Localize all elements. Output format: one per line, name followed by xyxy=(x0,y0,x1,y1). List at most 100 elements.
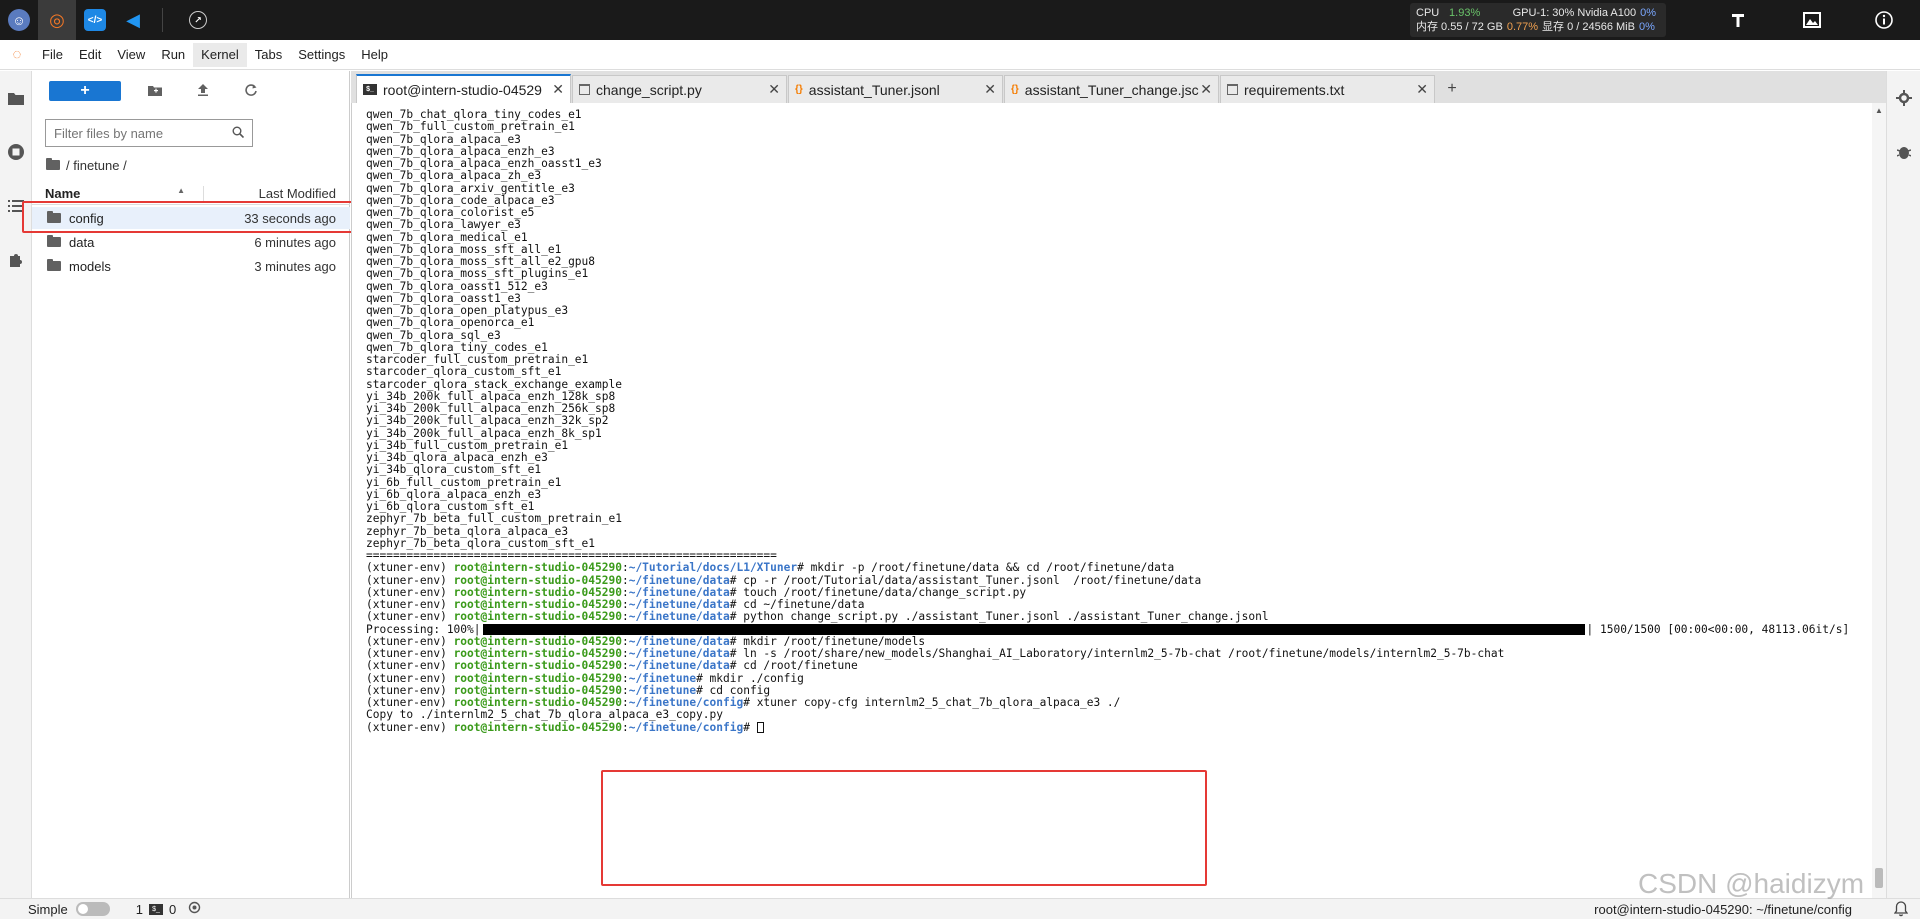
info-icon[interactable] xyxy=(1864,0,1904,40)
prompt-host: root@intern-studio-045290 xyxy=(453,671,622,685)
column-name[interactable]: Name ▲ xyxy=(32,186,204,201)
property-inspector-icon[interactable] xyxy=(1887,71,1920,125)
terminal-output: qwen_7b_chat_qlora_tiny_codes_e1 qwen_7b_… xyxy=(366,108,1866,734)
breadcrumb: / finetune / xyxy=(46,155,349,175)
terminal-icon: $_ xyxy=(363,84,377,95)
tab-label: assistant_Tuner.jsonl xyxy=(808,81,940,98)
debugger-icon[interactable] xyxy=(1887,125,1920,179)
terminal-line: qwen_7b_qlora_alpaca_enzh_oasst1_e3 xyxy=(366,157,1866,170)
prompt-sep: : xyxy=(621,659,629,673)
breadcrumb-path[interactable]: / finetune / xyxy=(66,158,127,173)
tab-assistant-tuner[interactable]: {} assistant_Tuner.jsonl ✕ xyxy=(788,75,1003,103)
menu-tabs[interactable]: Tabs xyxy=(247,43,290,67)
prompt-env: (xtuner-env) xyxy=(366,610,454,624)
add-tab-icon[interactable]: + xyxy=(1440,77,1464,101)
tab-bar: $_ root@intern-studio-04529 ✕ change_scr… xyxy=(351,71,1886,103)
close-icon[interactable]: ✕ xyxy=(552,81,564,98)
running-kernels-icon[interactable] xyxy=(0,125,32,179)
json-icon: {} xyxy=(1011,84,1019,95)
kernel-count[interactable]: 1 xyxy=(136,902,143,917)
scrollbar-thumb[interactable] xyxy=(1875,868,1883,888)
refresh-icon[interactable] xyxy=(227,83,275,99)
mascot-icon: ☺ xyxy=(8,9,30,31)
file-modified: 3 minutes ago xyxy=(254,258,336,274)
terminal-icon: $_ xyxy=(148,903,163,915)
menu-kernel[interactable]: Kernel xyxy=(193,42,247,67)
terminal-line: qwen_7b_qlora_medical_e1 xyxy=(366,230,1866,244)
app-mascot-button[interactable]: ☺ xyxy=(0,0,38,40)
file-icon xyxy=(1227,84,1238,95)
config-name: qwen_7b_qlora_arxiv_gentitle_e3 xyxy=(366,181,575,195)
prompt-command: # python change_script.py ./assistant_Tu… xyxy=(729,610,1269,624)
terminal-line: qwen_7b_qlora_alpaca_zh_e3 xyxy=(366,169,1866,182)
tab-change-script[interactable]: change_script.py ✕ xyxy=(572,75,787,103)
config-name: qwen_7b_qlora_medical_e1 xyxy=(366,230,528,244)
terminal-line: zephyr_7b_beta_full_custom_pretrain_e1 xyxy=(366,512,1866,525)
app-jupyter-button[interactable]: ◎ xyxy=(38,0,76,40)
tab-requirements[interactable]: requirements.txt ✕ xyxy=(1220,75,1435,103)
file-row-models[interactable]: models 3 minutes ago xyxy=(32,255,350,277)
new-launcher-button[interactable]: + xyxy=(49,81,121,101)
file-filter-input[interactable] xyxy=(54,125,232,141)
menu-file[interactable]: File xyxy=(34,43,71,67)
close-icon[interactable]: ✕ xyxy=(768,81,780,98)
config-name: qwen_7b_qlora_sql_e3 xyxy=(366,328,501,342)
mem-label: 内存 0.55 / 72 GB xyxy=(1416,21,1503,33)
terminal-line: starcoder_full_custom_pretrain_e1 xyxy=(366,353,1866,366)
terminal-line: qwen_7b_qlora_oasst1_512_e3 xyxy=(366,280,1866,293)
menu-run[interactable]: Run xyxy=(153,43,193,67)
mem-value: 0.77% xyxy=(1506,21,1539,33)
terminal-line: qwen_7b_qlora_moss_sft_plugins_e1 xyxy=(366,267,1866,281)
folder-icon[interactable] xyxy=(0,71,32,125)
simple-mode-toggle[interactable] xyxy=(75,902,110,916)
file-browser-toolbar: + xyxy=(32,71,349,111)
menu-bar: ◌ File Edit View Run Kernel Tabs Setting… xyxy=(0,40,1920,70)
app-compass-button[interactable]: ↗ xyxy=(179,0,217,40)
tab-terminal[interactable]: $_ root@intern-studio-04529 ✕ xyxy=(356,74,571,103)
left-activity-bar xyxy=(0,71,32,898)
tensor-icon[interactable] xyxy=(1718,0,1758,40)
menu-settings[interactable]: Settings xyxy=(290,43,353,67)
tab-assistant-tuner-change[interactable]: {} assistant_Tuner_change.jsc ✕ xyxy=(1004,75,1219,103)
terminal-line: qwen_7b_full_custom_pretrain_e1 xyxy=(366,120,1866,133)
kernel-status-icon[interactable] xyxy=(188,901,201,917)
prompt-sep: : xyxy=(621,671,629,685)
file-row-data[interactable]: data 6 minutes ago xyxy=(32,231,350,253)
prompt-command: # mkdir -p /root/finetune/data && cd /ro… xyxy=(797,561,1175,575)
scroll-up-icon[interactable]: ▲ xyxy=(1872,103,1886,117)
new-folder-icon[interactable] xyxy=(131,84,179,99)
config-name: qwen_7b_qlora_moss_sft_plugins_e1 xyxy=(366,267,589,281)
breadcrumb-folder-icon[interactable] xyxy=(46,158,60,170)
prompt-env: (xtuner-env) xyxy=(366,561,454,575)
close-icon[interactable]: ✕ xyxy=(984,81,996,98)
image-icon[interactable] xyxy=(1792,0,1832,40)
terminal-line: yi_6b_qlora_alpaca_enzh_e3 xyxy=(366,488,1866,501)
terminal-count[interactable]: 0 xyxy=(169,902,176,917)
right-sidebar xyxy=(1886,71,1920,898)
tab-label: root@intern-studio-04529 xyxy=(383,81,542,98)
config-name: starcoder_qlora_stack_exchange_example xyxy=(366,377,622,391)
terminal-line: yi_34b_full_custom_pretrain_e1 xyxy=(366,439,1866,452)
app-vscode-button[interactable]: ◀ xyxy=(114,0,152,40)
prompt-env: (xtuner-env) xyxy=(366,573,454,587)
upload-icon[interactable] xyxy=(179,83,227,99)
progress-tail: | 1500/1500 [00:00<00:00, 48113.06it/s] xyxy=(1586,622,1850,636)
prompt-host: root@intern-studio-045290 xyxy=(453,561,622,575)
menu-help[interactable]: Help xyxy=(353,43,396,67)
prompt-command: # cd /root/finetune xyxy=(729,659,858,673)
close-icon[interactable]: ✕ xyxy=(1416,81,1428,98)
notification-bell-icon[interactable] xyxy=(1893,901,1909,919)
menu-edit[interactable]: Edit xyxy=(71,43,109,67)
prompt-sep: : xyxy=(621,720,629,734)
terminal-line: qwen_7b_qlora_arxiv_gentitle_e3 xyxy=(366,181,1866,195)
close-icon[interactable]: ✕ xyxy=(1200,81,1212,98)
terminal-line: qwen_7b_qlora_sql_e3 xyxy=(366,328,1866,342)
extensions-icon[interactable] xyxy=(0,233,32,287)
app-code-button[interactable]: </> xyxy=(76,0,114,40)
menu-view[interactable]: View xyxy=(109,43,153,67)
terminal-scrollbar[interactable]: ▲ xyxy=(1872,103,1886,898)
folder-icon xyxy=(47,235,61,247)
tab-label: change_script.py xyxy=(596,81,702,98)
column-last-modified[interactable]: Last Modified xyxy=(204,186,350,201)
sort-caret-icon: ▲ xyxy=(177,186,185,195)
